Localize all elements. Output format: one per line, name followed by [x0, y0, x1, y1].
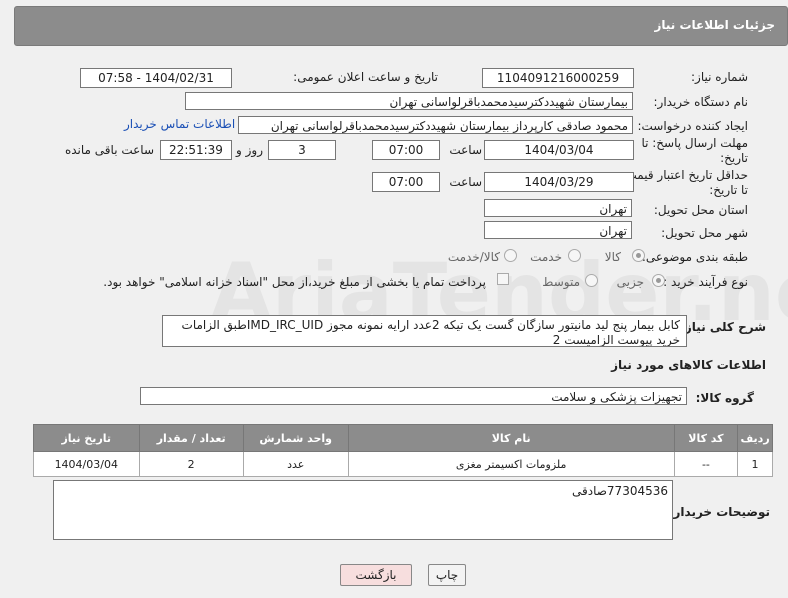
- province-field[interactable]: تهران: [484, 199, 632, 217]
- process-radio-minor[interactable]: [652, 274, 665, 287]
- cell-row: 1: [737, 451, 773, 477]
- days-label: روز و: [236, 143, 263, 157]
- table-row[interactable]: 1 -- ملزومات اکسیمتر مغزی عدد 2 1404/03/…: [33, 451, 773, 477]
- page-title: جزئیات اطلاعات نیاز: [654, 18, 775, 32]
- buyer-notes-field[interactable]: 77304536صادقی: [53, 480, 673, 540]
- province-label: استان محل تحویل:: [653, 203, 748, 217]
- price-time-field[interactable]: 07:00: [372, 172, 440, 192]
- reply-time-label: ساعت: [449, 143, 482, 157]
- table-header-row: ردیف کد کالا نام کالا واحد شمارش تعداد /…: [33, 424, 773, 452]
- description-label: شرح کلی نیاز:: [680, 320, 766, 334]
- process-option-medium: متوسط: [542, 275, 580, 289]
- category-label: طبقه بندی موضوعی:: [641, 250, 748, 264]
- creator-label: ایجاد کننده درخواست:: [637, 119, 748, 133]
- payment-checkbox[interactable]: [497, 273, 509, 285]
- remaining-time-field[interactable]: 22:51:39: [160, 140, 232, 160]
- goods-info-title: اطلاعات کالاهای مورد نیاز: [611, 358, 766, 372]
- cell-code: --: [673, 451, 739, 477]
- col-code: کد کالا: [673, 424, 739, 452]
- items-table: ردیف کد کالا نام کالا واحد شمارش تعداد /…: [33, 424, 773, 477]
- payment-note: پرداخت تمام یا بخشی از مبلغ خرید،از محل …: [103, 275, 486, 289]
- goods-group-label: گروه کالا:: [695, 391, 754, 405]
- category-option-goods: کالا: [604, 250, 621, 264]
- category-radio-service[interactable]: [568, 249, 581, 262]
- process-option-minor: جزیی: [616, 275, 644, 289]
- price-deadline-label: حداقل تاریخ اعتبار قیمت:: [621, 168, 748, 182]
- reply-deadline-label-2: تاریخ:: [720, 151, 748, 165]
- col-row: ردیف: [737, 424, 773, 452]
- col-unit: واحد شمارش: [242, 424, 349, 452]
- price-time-label: ساعت: [449, 175, 482, 189]
- buyer-notes-label: توضیحات خریدار:: [668, 505, 770, 519]
- description-field[interactable]: کابل بیمار پنج لید مانیتور سازگان گست یک…: [162, 315, 687, 347]
- cell-date: 1404/03/04: [33, 451, 140, 477]
- need-number-label: شماره نیاز:: [691, 70, 748, 84]
- days-field[interactable]: 3: [268, 140, 336, 160]
- contact-buyer-link[interactable]: اطلاعات تماس خریدار: [124, 117, 235, 131]
- cell-qty: 2: [138, 451, 244, 477]
- city-field[interactable]: تهران: [484, 221, 632, 239]
- announce-label: تاریخ و ساعت اعلان عمومی:: [293, 70, 438, 84]
- city-label: شهر محل تحویل:: [661, 226, 748, 240]
- col-name: نام کالا: [347, 424, 675, 452]
- reply-date-field[interactable]: 1404/03/04: [484, 140, 634, 160]
- need-number-field[interactable]: 1104091216000259: [482, 68, 634, 88]
- reply-time-field[interactable]: 07:00: [372, 140, 440, 160]
- process-radio-medium[interactable]: [585, 274, 598, 287]
- buyer-org-label: نام دستگاه خریدار:: [653, 95, 749, 109]
- category-option-service: خدمت: [530, 250, 562, 264]
- creator-field[interactable]: محمود صادقی کارپرداز بیمارستان شهیددکترس…: [238, 116, 633, 134]
- category-option-goods-service: کالا/خدمت: [447, 250, 500, 264]
- reply-deadline-label: مهلت ارسال پاسخ: تا: [641, 136, 748, 150]
- price-date-field[interactable]: 1404/03/29: [484, 172, 634, 192]
- price-deadline-label-2: تا تاریخ:: [709, 183, 748, 197]
- cell-name: ملزومات اکسیمتر مغزی: [347, 451, 675, 477]
- page-header: جزئیات اطلاعات نیاز: [14, 6, 788, 46]
- buyer-org-field[interactable]: بیمارستان شهیددکترسیدمحمدباقرلواسانی تهر…: [185, 92, 633, 110]
- print-button[interactable]: چاپ: [428, 564, 466, 586]
- announce-field[interactable]: 1404/02/31 - 07:58: [80, 68, 232, 88]
- back-button[interactable]: بازگشت: [340, 564, 412, 586]
- remaining-label: ساعت باقی مانده: [64, 143, 154, 157]
- cell-unit: عدد: [242, 451, 349, 477]
- goods-group-field[interactable]: تجهیزات پزشکی و سلامت: [140, 387, 687, 405]
- category-radio-goods[interactable]: [632, 249, 645, 262]
- category-radio-goods-service[interactable]: [504, 249, 517, 262]
- col-date: تاریخ نیاز: [33, 424, 140, 452]
- process-label: نوع فرآیند خرید :: [663, 275, 748, 289]
- col-qty: تعداد / مقدار: [138, 424, 244, 452]
